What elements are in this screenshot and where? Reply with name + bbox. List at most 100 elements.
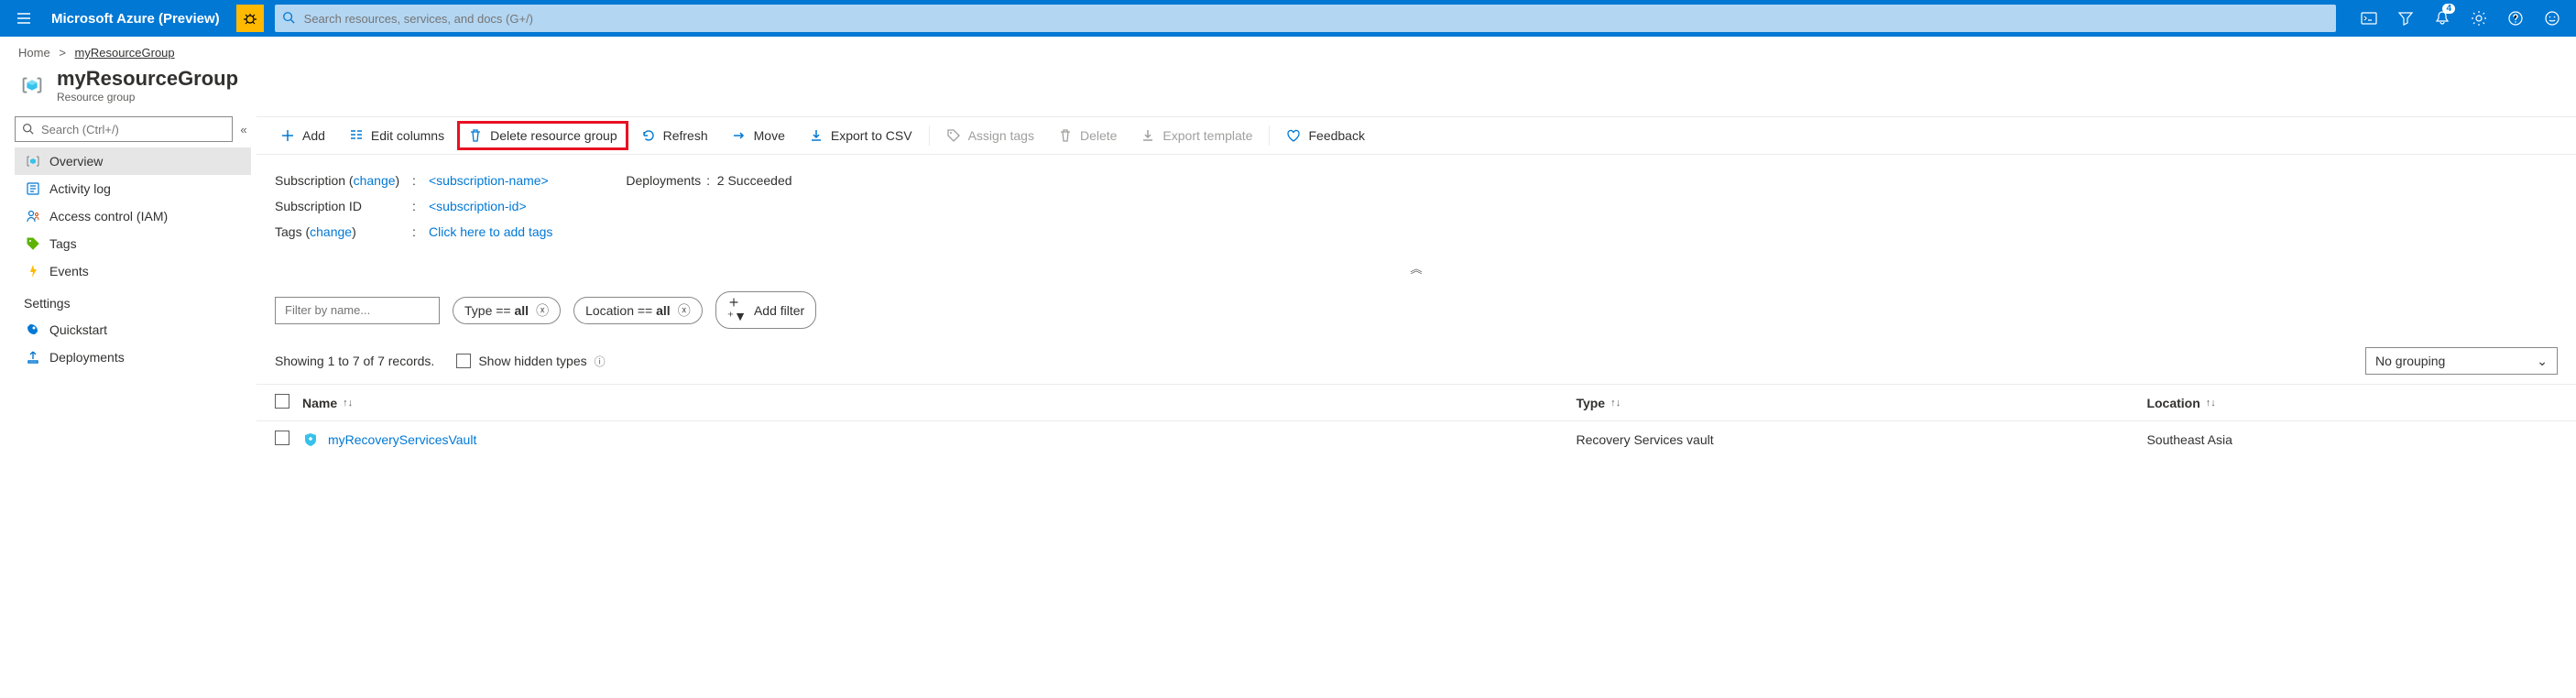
resource-name-link[interactable]: myRecoveryServicesVault (328, 432, 476, 447)
location-filter-pill[interactable]: Location == all ⓧ (573, 297, 703, 324)
feedback-button[interactable]: Feedback (1275, 121, 1375, 150)
sidebar-item-tags[interactable]: Tags (15, 230, 251, 257)
select-value: No grouping (2375, 354, 2445, 368)
button-label: Add (302, 128, 325, 143)
show-hidden-label: Show hidden types (478, 354, 586, 368)
breadcrumb: Home > myResourceGroup (0, 37, 2576, 63)
sidebar-item-activity-log[interactable]: Activity log (15, 175, 251, 202)
sidebar-item-overview[interactable]: Overview (15, 147, 251, 175)
change-subscription-link[interactable]: change (354, 173, 396, 188)
assign-tags-button: Assign tags (935, 121, 1045, 150)
filter-by-name-input[interactable] (275, 297, 440, 324)
heart-icon (1286, 128, 1301, 143)
activity-log-icon (26, 181, 40, 196)
column-header-name[interactable]: Name↑↓ (302, 396, 1576, 410)
menu-toggle-button[interactable] (7, 11, 40, 26)
content-area: Add Edit columns Delete resource group R… (257, 116, 2576, 457)
column-header-type[interactable]: Type↑↓ (1576, 396, 2146, 410)
top-right-actions: 4 (2341, 0, 2569, 37)
column-header-location[interactable]: Location↑↓ (2146, 396, 2558, 410)
resource-group-icon (18, 71, 46, 99)
resource-summary: Subscription (change) : <subscription-na… (257, 155, 2576, 257)
move-button[interactable]: Move (721, 121, 796, 150)
search-icon (282, 11, 295, 24)
grouping-select[interactable]: No grouping ⌄ (2365, 347, 2558, 375)
add-button[interactable]: Add (269, 121, 336, 150)
clear-filter-icon[interactable]: ⓧ (536, 301, 549, 320)
subscription-id-label: Subscription ID (275, 199, 412, 213)
clear-filter-icon[interactable]: ⓧ (678, 301, 691, 320)
settings-button[interactable] (2462, 0, 2495, 37)
notification-badge: 4 (2442, 4, 2455, 14)
button-label: Edit columns (371, 128, 444, 143)
select-all-checkbox[interactable] (275, 394, 289, 409)
sidebar-item-label: Access control (IAM) (49, 209, 168, 224)
top-bar: Microsoft Azure (Preview) 4 (0, 0, 2576, 37)
export-csv-button[interactable]: Export to CSV (798, 121, 923, 150)
pill-prefix: Type == (464, 303, 514, 318)
breadcrumb-current[interactable]: myResourceGroup (75, 46, 175, 60)
page-header: myResourceGroup Resource group (0, 63, 2576, 116)
subscription-id-value[interactable]: <subscription-id> (429, 199, 527, 213)
pill-value: all (514, 303, 529, 318)
cloud-shell-button[interactable] (2352, 0, 2385, 37)
export-template-button: Export template (1130, 121, 1263, 150)
breadcrumb-home[interactable]: Home (18, 46, 50, 60)
button-label: Add filter (754, 303, 804, 318)
toolbar-separator (1269, 125, 1270, 146)
subscription-value[interactable]: <subscription-name> (429, 173, 549, 188)
brand-label: Microsoft Azure (Preview) (40, 11, 231, 27)
delete-button: Delete (1047, 121, 1128, 150)
collapse-summary-button[interactable]: ︽ (257, 257, 2576, 286)
access-control-icon (26, 209, 40, 224)
type-filter-pill[interactable]: Type == all ⓧ (453, 297, 561, 324)
records-info-bar: Showing 1 to 7 of 7 records. Show hidden… (257, 334, 2576, 384)
trash-icon (468, 128, 483, 143)
preview-bug-icon[interactable] (236, 5, 264, 32)
subscription-label: Subscription (change) (275, 173, 412, 188)
edit-columns-button[interactable]: Edit columns (338, 121, 455, 150)
refresh-button[interactable]: Refresh (630, 121, 719, 150)
deployments-icon (26, 350, 40, 365)
search-icon (22, 123, 34, 135)
sidebar-item-label: Events (49, 264, 89, 278)
add-filter-button[interactable]: ⁺▼ Add filter (715, 291, 817, 329)
show-hidden-checkbox[interactable] (456, 354, 471, 368)
tags-icon (26, 236, 40, 251)
feedback-smiley-button[interactable] (2536, 0, 2569, 37)
page-title: myResourceGroup (57, 67, 238, 91)
notifications-button[interactable]: 4 (2426, 0, 2459, 37)
sidebar-item-events[interactable]: Events (15, 257, 251, 285)
row-checkbox[interactable] (275, 431, 289, 445)
button-label: Delete (1080, 128, 1117, 143)
sidebar: « Overview Activity log Access control (… (0, 116, 257, 457)
global-search-input[interactable] (275, 5, 2336, 32)
sidebar-section-settings: Settings (15, 285, 251, 316)
help-button[interactable] (2499, 0, 2532, 37)
sidebar-item-label: Deployments (49, 350, 125, 365)
change-tags-link[interactable]: change (310, 224, 352, 239)
add-icon (280, 128, 295, 143)
sidebar-item-label: Overview (49, 154, 103, 169)
button-label: Delete resource group (490, 128, 617, 143)
sidebar-item-quickstart[interactable]: Quickstart (15, 316, 251, 344)
sidebar-item-deployments[interactable]: Deployments (15, 344, 251, 371)
chevron-down-icon: ⌄ (2537, 354, 2548, 369)
sidebar-item-access-control[interactable]: Access control (IAM) (15, 202, 251, 230)
filter-bar: Type == all ⓧ Location == all ⓧ ⁺▼ Add f… (257, 286, 2576, 334)
sidebar-collapse-button[interactable]: « (236, 123, 251, 136)
tags-value[interactable]: Click here to add tags (429, 224, 552, 239)
sidebar-search-input[interactable] (15, 116, 233, 142)
directory-filter-button[interactable] (2389, 0, 2422, 37)
deployments-value[interactable]: 2 Succeeded (717, 173, 792, 188)
add-filter-icon: ⁺▼ (727, 296, 747, 324)
info-icon[interactable]: ⓘ (595, 354, 606, 369)
global-search (275, 5, 2336, 32)
sidebar-item-label: Quickstart (49, 322, 107, 337)
button-label: Feedback (1308, 128, 1364, 143)
delete-resource-group-button[interactable]: Delete resource group (457, 121, 628, 150)
recovery-vault-icon (302, 431, 319, 448)
tag-icon (946, 128, 961, 143)
table-row[interactable]: myRecoveryServicesVault Recovery Service… (257, 421, 2576, 457)
pill-value: all (656, 303, 671, 318)
